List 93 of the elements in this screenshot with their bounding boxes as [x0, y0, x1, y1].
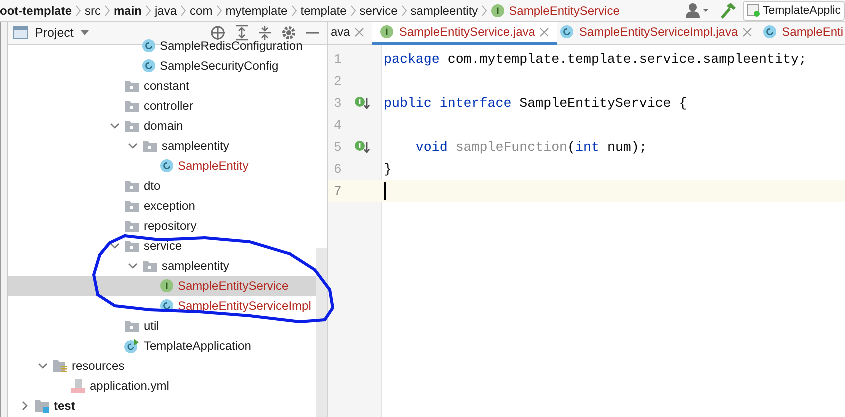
code-line: package com.mytemplate.template.service.sampleentity;: [384, 52, 807, 66]
locate-icon: [210, 25, 226, 41]
tree-item[interactable]: SampleEntity: [160, 156, 249, 176]
tree-item[interactable]: domain: [124, 116, 184, 136]
minimize-icon: [306, 32, 319, 34]
hammer-icon: [720, 2, 738, 19]
tree-item[interactable]: SampleEntityServiceImpl: [160, 296, 312, 316]
breadcrumb-item[interactable]: mytemplate: [226, 4, 288, 18]
chevron-icon: [292, 4, 297, 16]
folder-icon: [124, 200, 140, 212]
editor-tab[interactable]: SampleEntityServiceImpl.java: [557, 22, 760, 45]
breadcrumb-item[interactable]: main: [114, 4, 142, 18]
code-line: void sampleFunction(int num);: [414, 140, 648, 154]
dropdown-caret-icon: [80, 30, 90, 36]
tree-item[interactable]: constant: [124, 76, 190, 96]
folder-icon: [124, 180, 140, 192]
class-icon: [560, 25, 574, 39]
folder-icon: [124, 240, 140, 252]
folder-icon: [124, 80, 140, 92]
tree-item[interactable]: test: [34, 396, 76, 416]
close-icon[interactable]: [355, 28, 364, 36]
chevron-icon: [181, 4, 186, 16]
folder-icon: [124, 100, 140, 112]
code-line: public interface SampleEntityService {: [384, 96, 688, 110]
chevron-icon: [216, 4, 222, 16]
chevron-icon: [350, 4, 356, 16]
folder-icon: [142, 260, 158, 272]
editor-tab[interactable]: ava: [328, 22, 372, 45]
code-line: }: [384, 162, 392, 176]
folder-icon: [124, 320, 140, 332]
line-number: 2: [333, 72, 343, 90]
folder-icon: [142, 140, 158, 152]
tree-item[interactable]: util: [124, 316, 160, 336]
yml-file-icon: [70, 378, 86, 394]
editor-tab[interactable]: SampleEntityService.java: [372, 22, 558, 45]
close-icon[interactable]: [540, 28, 550, 36]
tree-item[interactable]: service: [124, 236, 182, 256]
chevron-icon: [402, 4, 407, 16]
tree-item[interactable]: sampleentity: [142, 256, 230, 276]
run-configuration[interactable]: TemplateApplic: [743, 0, 845, 20]
line-number: 5: [333, 138, 343, 156]
line-number: 4: [333, 116, 343, 134]
line-number: 6: [333, 160, 343, 178]
chevron-icon: [482, 4, 488, 16]
tree-item[interactable]: resources: [52, 356, 125, 376]
tree-item[interactable]: application.yml: [70, 376, 170, 396]
close-icon[interactable]: [743, 28, 752, 36]
interface-icon: [160, 279, 174, 293]
line-number: 3: [333, 94, 343, 112]
scrollbar-thumb[interactable]: [316, 248, 327, 417]
settings-icon: [281, 25, 297, 41]
application-icon: [747, 4, 760, 17]
breadcrumb-item[interactable]: oot-template: [0, 4, 72, 18]
class-icon: [763, 25, 778, 39]
implemented-marker-icon[interactable]: [354, 139, 370, 155]
breadcrumb-item[interactable]: service: [360, 4, 398, 18]
breadcrumb-item[interactable]: com: [190, 4, 213, 18]
user-icon: [686, 3, 710, 18]
tree-item[interactable]: repository: [124, 216, 197, 236]
tree-item[interactable]: dto: [124, 176, 161, 196]
class-run-icon: [124, 338, 140, 354]
folder-icon: [124, 220, 140, 232]
panel-title[interactable]: Project: [35, 26, 74, 40]
breadcrumb-item[interactable]: src: [85, 4, 101, 18]
tree-item[interactable]: exception: [124, 196, 196, 216]
class-icon: [142, 59, 156, 73]
expand-all-icon: [235, 25, 249, 41]
panel-icon: [13, 26, 29, 40]
tree-item[interactable]: SampleSecurityConfig: [142, 56, 279, 76]
line-number: 1: [333, 50, 343, 68]
class-icon: [160, 299, 174, 313]
breadcrumb-item[interactable]: sampleentity: [410, 4, 478, 18]
tree-item[interactable]: SampleRedisConfiguration: [142, 36, 303, 56]
chevron-icon: [146, 4, 152, 16]
tree-item[interactable]: sampleentity: [142, 136, 230, 156]
breadcrumb-item[interactable]: java: [155, 4, 178, 18]
implemented-marker-icon[interactable]: [354, 95, 370, 111]
module-folder-icon: [34, 398, 50, 414]
editor-tab[interactable]: SampleEnti: [760, 22, 845, 45]
collapse-all-icon: [258, 25, 272, 41]
interface-icon: [380, 25, 394, 39]
chevron-icon: [76, 4, 81, 16]
tree-item[interactable]: TemplateApplication: [124, 336, 252, 356]
class-icon: [160, 159, 174, 173]
tree-item[interactable]: controller: [124, 96, 194, 116]
breadcrumb-item[interactable]: template: [300, 4, 347, 18]
tree-item[interactable]: SampleEntityService: [160, 276, 289, 296]
folder-icon: [124, 120, 140, 132]
resources-folder-icon: [52, 359, 68, 373]
class-icon: [142, 39, 156, 53]
breadcrumb-item[interactable]: SampleEntityService: [509, 4, 620, 18]
chevron-icon: [105, 4, 110, 16]
interface-icon: [491, 4, 506, 18]
